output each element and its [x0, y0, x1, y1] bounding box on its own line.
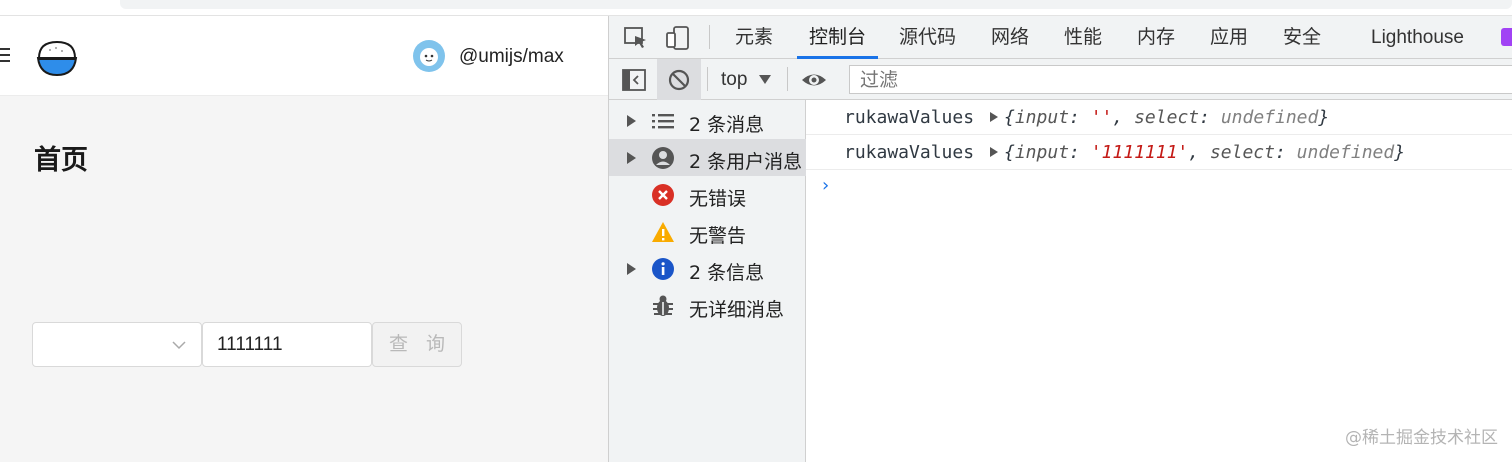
tab-network[interactable]: 网络 [991, 16, 1029, 59]
sidebar-item-warnings[interactable]: 无警告 [609, 213, 806, 250]
list-icon [652, 114, 674, 129]
user-icon [652, 147, 674, 169]
tab-sources[interactable]: 源代码 [899, 16, 956, 59]
sidebar-item-info[interactable]: 2 条信息 [609, 250, 806, 287]
query-button[interactable]: 查 询 [372, 322, 462, 367]
expand-triangle-icon[interactable] [627, 263, 636, 275]
console-log-row[interactable]: rukawaValues {input: '', select: undefin… [806, 100, 1512, 135]
warning-icon [652, 222, 674, 242]
select-dropdown[interactable] [32, 322, 202, 367]
sidebar-item-messages[interactable]: 2 条消息 [609, 102, 806, 139]
rice-bowl-logo-icon [36, 40, 78, 77]
tab-application[interactable]: 应用 [1210, 16, 1248, 59]
filter-box [849, 65, 1512, 94]
search-input[interactable] [202, 322, 372, 367]
caret-down-icon [759, 75, 771, 84]
menu-icon[interactable] [0, 46, 10, 64]
tab-lighthouse[interactable]: Lighthouse [1371, 16, 1464, 59]
context-selector[interactable]: top [721, 69, 747, 91]
log-object[interactable]: {input: '1111111', select: undefined} [990, 135, 1405, 170]
tab-security[interactable]: 安全 [1283, 16, 1321, 59]
clear-console-icon[interactable] [666, 67, 692, 93]
app-viewport: @umijs/max 首页 查 询 [0, 16, 608, 462]
sidebar-item-label: 无错误 [689, 188, 747, 210]
watermark: @稀土掘金技术社区 [1345, 428, 1498, 448]
sidebar-toggle-icon[interactable] [621, 67, 647, 93]
bug-icon [653, 295, 673, 316]
tab-memory[interactable]: 内存 [1137, 16, 1175, 59]
log-label: rukawaValues [844, 107, 975, 128]
app-header: @umijs/max [0, 16, 608, 96]
console-prompt-icon[interactable]: › [820, 175, 831, 196]
extension-icon[interactable] [1501, 28, 1512, 46]
filter-input[interactable] [860, 68, 1500, 92]
sidebar-item-label: 无警告 [689, 225, 747, 247]
tab-performance[interactable]: 性能 [1064, 16, 1102, 59]
address-bar-edge [120, 0, 1512, 9]
console-sidebar: 2 条消息 2 条用户消息 无错误 无警告 2 条信息 无详细消息 [609, 100, 806, 462]
expand-triangle-icon[interactable] [990, 147, 998, 157]
sidebar-item-label: 2 条用户消息 [689, 151, 803, 173]
log-object[interactable]: {input: '', select: undefined} [990, 100, 1329, 135]
avatar-face-icon [420, 48, 438, 66]
inspect-element-icon[interactable] [623, 26, 649, 50]
sidebar-item-errors[interactable]: 无错误 [609, 176, 806, 213]
log-label: rukawaValues [844, 142, 975, 163]
info-icon [652, 258, 674, 280]
console-output: rukawaValues {input: '', select: undefin… [806, 100, 1512, 462]
sidebar-item-label: 无详细消息 [689, 299, 785, 321]
tab-console[interactable]: 控制台 [796, 16, 879, 59]
sidebar-item-label: 2 条信息 [689, 262, 765, 284]
page-title: 首页 [34, 145, 88, 175]
toolbar-separator [707, 67, 708, 91]
error-icon [652, 184, 674, 206]
toolbar-separator [787, 67, 788, 91]
chevron-down-icon [172, 341, 186, 350]
eye-icon[interactable] [800, 67, 828, 93]
sidebar-item-user-messages[interactable]: 2 条用户消息 [609, 139, 806, 176]
browser-top-strip [0, 0, 1512, 16]
sidebar-item-label: 2 条消息 [689, 114, 765, 136]
console-log-row[interactable]: rukawaValues {input: '1111111', select: … [806, 135, 1512, 170]
expand-triangle-icon[interactable] [990, 112, 998, 122]
device-toolbar-icon[interactable] [665, 26, 691, 50]
console-toolbar: top [609, 59, 1512, 100]
sidebar-item-verbose[interactable]: 无详细消息 [609, 287, 806, 324]
tab-elements[interactable]: 元素 [735, 16, 773, 59]
expand-triangle-icon[interactable] [627, 152, 636, 164]
user-avatar[interactable] [413, 40, 445, 72]
devtools-tab-bar: 元素 控制台 源代码 网络 性能 内存 应用 安全 Lighthouse [609, 16, 1512, 59]
devtools-panel: 元素 控制台 源代码 网络 性能 内存 应用 安全 Lighthouse top [608, 16, 1512, 462]
tab-separator [709, 25, 710, 49]
expand-triangle-icon[interactable] [627, 115, 636, 127]
user-name[interactable]: @umijs/max [459, 46, 564, 68]
